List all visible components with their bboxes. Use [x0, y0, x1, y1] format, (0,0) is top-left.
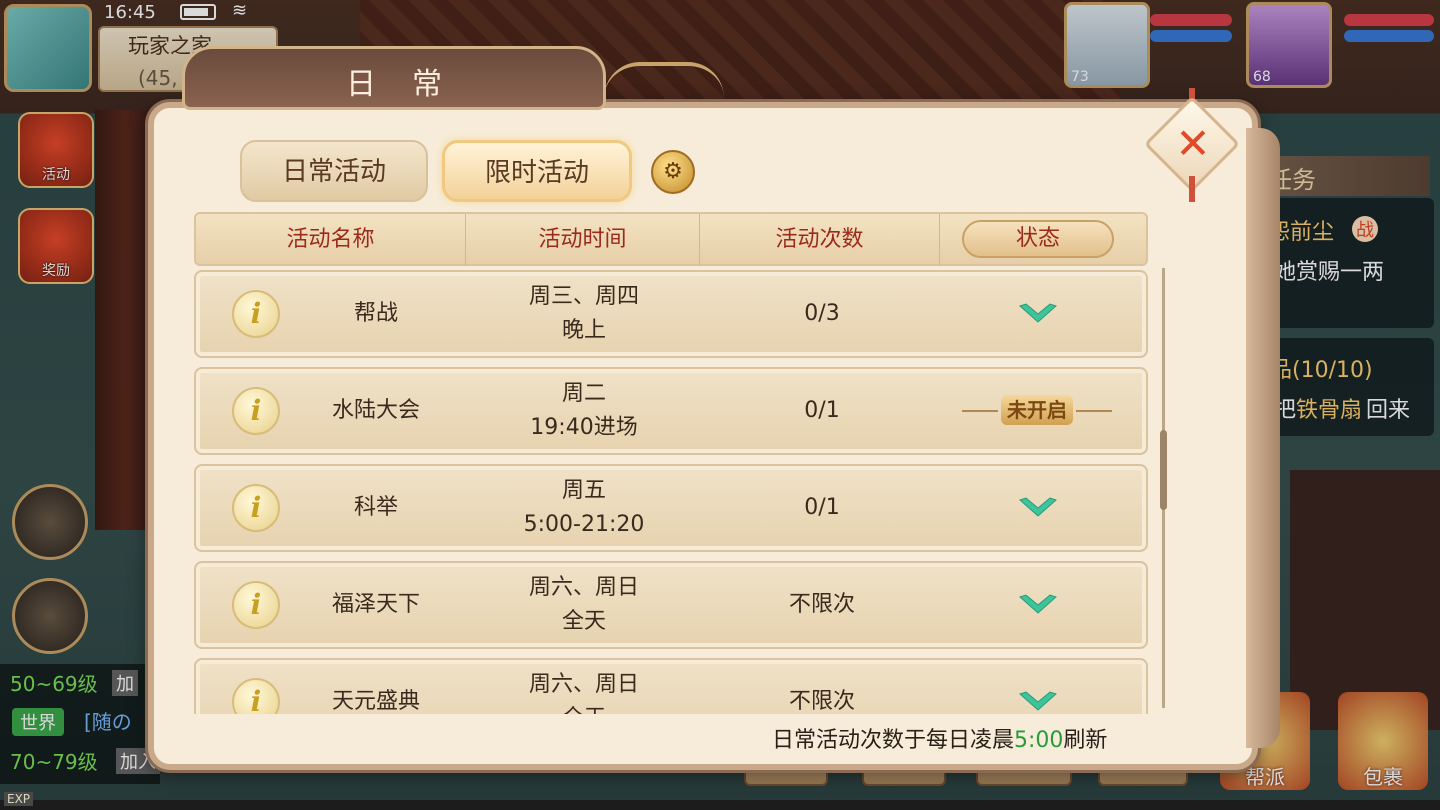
chevron-down-icon[interactable]: [1018, 302, 1058, 326]
info-icon[interactable]: i: [232, 581, 280, 629]
activity-time-line2: 晚上: [561, 318, 606, 343]
activity-time: 周五 5:00-21:20: [468, 466, 700, 550]
not-open-badge: 未开启: [962, 395, 1112, 427]
activity-row[interactable]: i 帮战 周三、周四 晚上 0/3: [194, 270, 1148, 358]
activity-time-line2: 5:00-21:20: [523, 512, 645, 537]
activity-time-line1: 周二: [561, 381, 606, 406]
activity-time: 周六、周日 全天: [468, 563, 700, 647]
activity-time: 周六、周日 全天: [468, 660, 700, 714]
activity-count: 0/1: [804, 398, 840, 423]
activity-count: 0/1: [804, 495, 840, 520]
activity-time: 周三、周四 晚上: [468, 272, 700, 356]
activity-time-line1: 周三、周四: [528, 284, 639, 309]
not-open-label: 未开启: [1001, 395, 1073, 425]
refresh-time: 5:00: [1014, 728, 1064, 753]
col-activity-name: 活动名称: [196, 214, 466, 266]
activity-list[interactable]: i 帮战 周三、周四 晚上 0/3 i 水陆大会 周二 19:40进场 0/1 …: [194, 266, 1154, 714]
modal-title: 日常: [346, 67, 478, 102]
activity-row[interactable]: i 天元盛典 周六、周日 全天 不限次: [194, 658, 1148, 714]
activity-name: 福泽天下: [331, 592, 420, 617]
info-icon[interactable]: i: [232, 387, 280, 435]
activity-name: 科举: [353, 495, 398, 520]
activity-name: 水陆大会: [331, 398, 420, 423]
col-activity-count: 活动次数: [700, 214, 940, 266]
activity-time-line2: 全天: [562, 702, 606, 714]
activity-time-line1: 周五: [561, 478, 606, 503]
activity-time: 周二 19:40进场: [468, 369, 700, 453]
refresh-note-prefix: 日常活动次数于每日凌晨: [772, 728, 1015, 753]
activity-name: 天元盛典: [331, 689, 420, 714]
modal-title-ribbon: 日常: [182, 46, 606, 110]
activity-count: 不限次: [788, 592, 855, 617]
activity-time-line1: 周六、周日: [528, 672, 639, 697]
chevron-down-icon[interactable]: [1018, 496, 1058, 520]
col-activity-time: 活动时间: [466, 214, 700, 266]
tab-limited-activity[interactable]: 限时活动: [442, 140, 632, 202]
refresh-note: 日常活动次数于每日凌晨5:00刷新: [772, 722, 1107, 754]
tab-daily-activity[interactable]: 日常活动: [240, 140, 428, 202]
refresh-note-suffix: 刷新: [1063, 728, 1108, 753]
activity-time-line2: 全天: [561, 609, 606, 634]
activity-row[interactable]: i 福泽天下 周六、周日 全天 不限次: [194, 561, 1148, 649]
close-icon[interactable]: ✕: [1170, 116, 1216, 172]
activity-row[interactable]: i 水陆大会 周二 19:40进场 0/1 未开启: [194, 367, 1148, 455]
settings-gear-icon[interactable]: ⚙: [651, 150, 695, 194]
activity-count: 0/3: [804, 301, 840, 326]
info-icon[interactable]: i: [232, 484, 280, 532]
list-scroll-thumb[interactable]: [1160, 430, 1167, 510]
info-icon[interactable]: i: [232, 678, 280, 714]
ribbon-scroll-ornament: [604, 62, 724, 98]
tassel-ornament: [1189, 176, 1195, 202]
col-status[interactable]: 状态: [962, 220, 1114, 258]
activity-time-line1: 周六、周日: [528, 575, 639, 600]
activity-name: 帮战: [353, 301, 398, 326]
info-icon[interactable]: i: [232, 290, 280, 338]
activity-time-line2: 19:40进场: [530, 415, 638, 440]
chevron-down-icon[interactable]: [1018, 593, 1058, 617]
activity-count: 不限次: [788, 689, 855, 714]
chevron-down-icon[interactable]: [1018, 690, 1058, 714]
activity-row[interactable]: i 科举 周五 5:00-21:20 0/1: [194, 464, 1148, 552]
